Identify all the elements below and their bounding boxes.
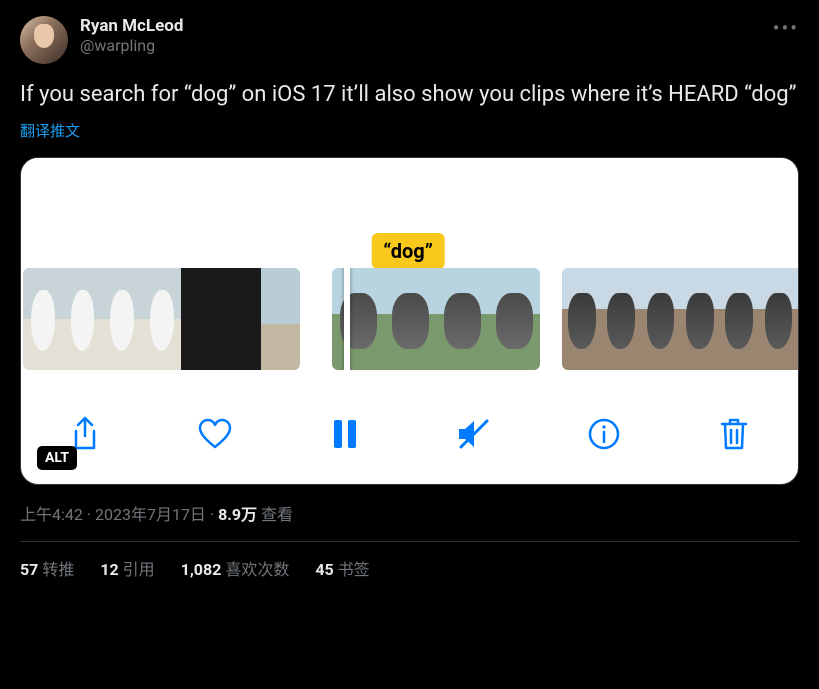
clip-thumbnail[interactable] (102, 268, 142, 370)
clip-thumbnail[interactable] (436, 268, 488, 370)
clip-thumbnail[interactable] (759, 268, 798, 370)
clip-thumbnail[interactable] (719, 268, 758, 370)
clip-thumbnail[interactable] (332, 268, 384, 370)
video-timeline[interactable] (21, 268, 798, 370)
clip-thumbnail[interactable] (261, 268, 301, 370)
tweet-time[interactable]: 上午4:42 (20, 505, 83, 524)
clip-thumbnail[interactable] (142, 268, 182, 370)
clip-group[interactable] (562, 268, 798, 370)
clip-thumbnail[interactable] (641, 268, 680, 370)
clip-group[interactable] (23, 268, 300, 370)
playhead-icon[interactable] (344, 268, 350, 370)
clip-group[interactable] (332, 268, 540, 370)
divider (20, 541, 799, 542)
clip-thumbnail[interactable] (562, 268, 601, 370)
clip-thumbnail[interactable] (23, 268, 63, 370)
clip-thumbnail[interactable] (602, 268, 641, 370)
tweet-meta: 上午4:42 · 2023年7月17日 · 8.9万 查看 (20, 501, 799, 525)
alt-badge[interactable]: ALT (37, 446, 77, 470)
mute-icon[interactable] (454, 414, 494, 454)
tweet-stats: 57 转推 12 引用 1,082 喜欢次数 45 书签 (20, 556, 799, 580)
tweet-container: Ryan McLeod @warpling ••• If you search … (0, 0, 819, 590)
bookmarks-stat[interactable]: 45 书签 (315, 556, 369, 580)
translate-link[interactable]: 翻译推文 (20, 120, 799, 141)
info-icon[interactable] (584, 414, 624, 454)
clip-thumbnail[interactable] (221, 268, 261, 370)
media-card[interactable]: “dog” (20, 157, 799, 485)
retweets-stat[interactable]: 57 转推 (20, 556, 74, 580)
trash-icon[interactable] (714, 414, 754, 454)
tweet-text: If you search for “dog” on iOS 17 it’ll … (20, 80, 799, 110)
tweet-date[interactable]: 2023年7月17日 (95, 505, 206, 524)
clip-thumbnail[interactable] (384, 268, 436, 370)
clip-thumbnail[interactable] (488, 268, 540, 370)
heart-icon[interactable] (195, 414, 235, 454)
view-count: 8.9万 (218, 505, 257, 524)
likes-stat[interactable]: 1,082 喜欢次数 (181, 556, 290, 580)
media-blank-area: “dog” (21, 158, 798, 268)
clip-thumbnail[interactable] (680, 268, 719, 370)
more-icon[interactable]: ••• (773, 16, 799, 40)
display-name: Ryan McLeod (80, 16, 183, 36)
view-label: 查看 (257, 505, 293, 524)
user-handle: @warpling (80, 36, 183, 55)
tweet-header: Ryan McLeod @warpling ••• (20, 16, 799, 64)
pause-icon[interactable] (325, 414, 365, 454)
avatar[interactable] (20, 16, 68, 64)
quotes-stat[interactable]: 12 引用 (100, 556, 154, 580)
search-term-chip: “dog” (371, 233, 445, 269)
clip-thumbnail[interactable] (181, 268, 221, 370)
clip-thumbnail[interactable] (63, 268, 103, 370)
media-toolbar (21, 384, 798, 484)
user-info[interactable]: Ryan McLeod @warpling (80, 16, 183, 55)
